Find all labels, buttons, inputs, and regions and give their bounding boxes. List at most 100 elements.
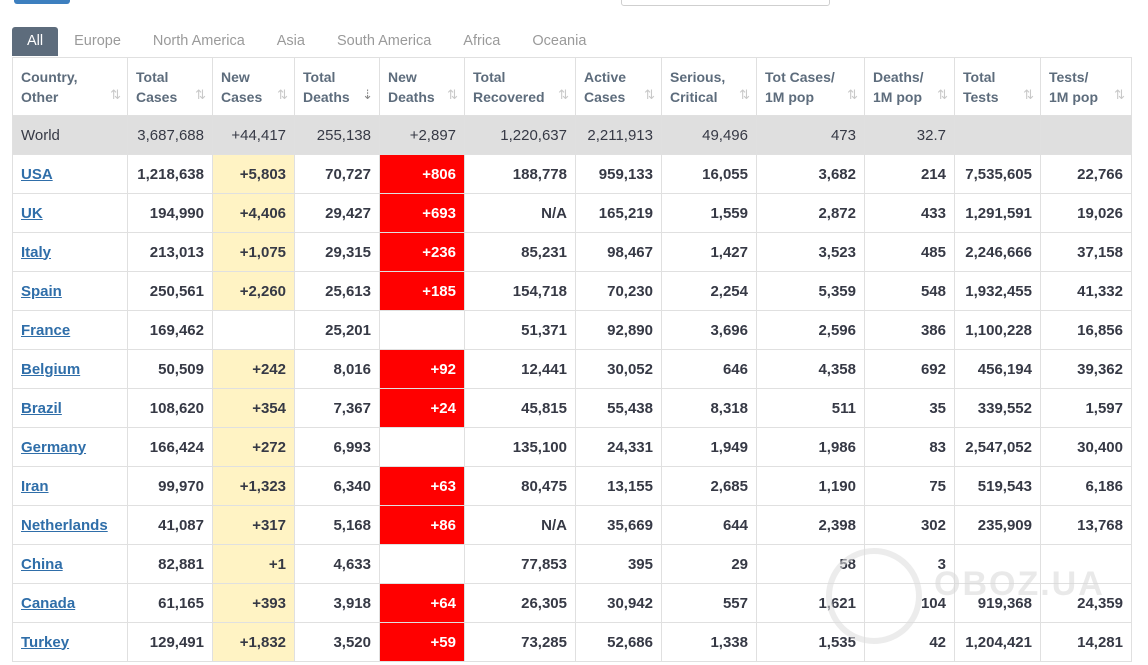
cell-total-cases: 61,165 [127, 583, 213, 623]
cell-total-cases: 169,462 [127, 310, 213, 350]
cell-total-tests: 339,552 [954, 388, 1041, 428]
cell-total-cases: 1,218,638 [127, 154, 213, 194]
column-header-serious-critical[interactable]: Serious, Critical ⇅ [661, 57, 757, 116]
country-link[interactable]: Iran [21, 478, 49, 495]
table-row: Germany 166,424 +272 6,993 135,100 24,331 1,94… [12, 427, 1132, 467]
cell-total-tests: 519,543 [954, 466, 1041, 506]
cell-serious-critical: 1,559 [661, 193, 757, 233]
cell-deaths-1m-pop: 214 [864, 154, 955, 194]
cell-tests-1m-pop: 13,768 [1040, 505, 1132, 545]
column-header-line2: Cases [221, 88, 263, 105]
cell-new-deaths [379, 544, 465, 584]
column-header-tot-cases-1m-pop[interactable]: Tot Cases/1M pop ⇅ [756, 57, 865, 116]
cell-tests-1m-pop: 39,362 [1040, 349, 1132, 389]
cell-deaths-1m-pop: 83 [864, 427, 955, 467]
column-header-tests-1m-pop[interactable]: Tests/1M pop ⇅ [1040, 57, 1132, 116]
column-header-new-cases[interactable]: New Cases ⇅ [212, 57, 295, 116]
country-link[interactable]: USA [21, 166, 53, 183]
tab-north-america[interactable]: North America [137, 27, 261, 56]
cell-tests-1m-pop: 22,766 [1040, 154, 1132, 194]
cell-tot-cases-1m-pop: 511 [756, 388, 865, 428]
sort-icon[interactable]: ⇅ [739, 85, 750, 105]
column-header-line1: Tests/ [1049, 68, 1089, 85]
column-header-total-tests[interactable]: Total Tests ⇅ [954, 57, 1041, 116]
column-header-active-cases[interactable]: Active Cases ⇅ [575, 57, 662, 116]
country-link[interactable]: Germany [21, 439, 86, 456]
country-link[interactable]: Canada [21, 595, 75, 612]
sort-icon[interactable]: ⇣ [362, 85, 373, 105]
sort-icon[interactable]: ⇅ [1023, 85, 1034, 105]
tab-oceania[interactable]: Oceania [516, 27, 602, 56]
country-link[interactable]: China [21, 556, 63, 573]
world-row: World 3,687,688 +44,417 255,138 +2,897 1,220,… [12, 115, 1132, 155]
country-link[interactable]: Belgium [21, 361, 80, 378]
column-header-line1: Deaths/ [873, 68, 924, 85]
column-header-deaths-1m-pop[interactable]: Deaths/1M pop ⇅ [864, 57, 955, 116]
cell-total-deaths: 25,613 [294, 271, 380, 311]
cell-serious-critical: 1,427 [661, 232, 757, 272]
cell-new-cases: +2,260 [212, 271, 295, 311]
cell-active-cases: 30,942 [575, 583, 662, 623]
country-link[interactable]: Brazil [21, 400, 62, 417]
sort-icon[interactable]: ⇅ [110, 85, 121, 105]
top-button[interactable] [14, 0, 70, 4]
sort-icon[interactable]: ⇅ [277, 85, 288, 105]
cell-total-cases: 3,687,688 [127, 115, 213, 155]
sort-icon[interactable]: ⇅ [1114, 85, 1125, 105]
cell-tests-1m-pop [1040, 544, 1132, 584]
cell-total-deaths: 6,993 [294, 427, 380, 467]
tab-africa[interactable]: Africa [447, 27, 516, 56]
table-row: Brazil 108,620 +354 7,367 +24 45,815 55,438 8,3… [12, 388, 1132, 428]
cell-total-tests: 456,194 [954, 349, 1041, 389]
cell-country-other: France [12, 310, 128, 350]
cell-new-cases: +1,832 [212, 622, 295, 662]
tab-asia[interactable]: Asia [261, 27, 321, 56]
cell-new-cases: +317 [212, 505, 295, 545]
table-row: UK 194,990 +4,406 29,427 +693 N/A 165,219 1,559… [12, 193, 1132, 233]
table-row: Belgium 50,509 +242 8,016 +92 12,441 30,052 646… [12, 349, 1132, 389]
column-header-total-recovered[interactable]: Total Recovered ⇅ [464, 57, 576, 116]
cell-total-tests: 1,291,591 [954, 193, 1041, 233]
column-header-total-cases[interactable]: Total Cases ⇅ [127, 57, 213, 116]
column-header-country-other[interactable]: Country, Other ⇅ [12, 57, 128, 116]
cell-deaths-1m-pop: 302 [864, 505, 955, 545]
cell-total-deaths: 8,016 [294, 349, 380, 389]
sort-icon[interactable]: ⇅ [195, 85, 206, 105]
cell-total-deaths: 29,427 [294, 193, 380, 233]
tab-europe[interactable]: Europe [58, 27, 137, 56]
country-link[interactable]: France [21, 322, 70, 339]
cell-total-deaths: 70,727 [294, 154, 380, 194]
cell-serious-critical: 2,254 [661, 271, 757, 311]
cell-active-cases: 52,686 [575, 622, 662, 662]
top-search-input[interactable] [621, 0, 830, 6]
sort-icon[interactable]: ⇅ [447, 85, 458, 105]
country-link[interactable]: Italy [21, 244, 51, 261]
cell-total-recovered: 12,441 [464, 349, 576, 389]
table-row: Spain 250,561 +2,260 25,613 +185 154,718 70,23… [12, 271, 1132, 311]
cell-active-cases: 92,890 [575, 310, 662, 350]
country-link[interactable]: Spain [21, 283, 62, 300]
cell-country-other: Brazil [12, 388, 128, 428]
sort-icon[interactable]: ⇅ [847, 85, 858, 105]
cell-new-cases: +1,323 [212, 466, 295, 506]
column-header-new-deaths[interactable]: New Deaths ⇅ [379, 57, 465, 116]
country-link[interactable]: Turkey [21, 634, 69, 651]
cell-total-recovered: 73,285 [464, 622, 576, 662]
cell-tests-1m-pop [1040, 115, 1132, 155]
cell-total-deaths: 29,315 [294, 232, 380, 272]
sort-icon[interactable]: ⇅ [937, 85, 948, 105]
cell-new-deaths: +92 [379, 349, 465, 389]
cell-total-recovered: 45,815 [464, 388, 576, 428]
sort-icon[interactable]: ⇅ [558, 85, 569, 105]
cell-total-recovered: 135,100 [464, 427, 576, 467]
cell-tot-cases-1m-pop: 1,535 [756, 622, 865, 662]
column-header-total-deaths[interactable]: Total Deaths ⇣ [294, 57, 380, 116]
cell-total-tests [954, 544, 1041, 584]
tab-south-america[interactable]: South America [321, 27, 447, 56]
cell-total-cases: 99,970 [127, 466, 213, 506]
country-link[interactable]: Netherlands [21, 517, 108, 534]
cell-country-other: World [12, 115, 128, 155]
sort-icon[interactable]: ⇅ [644, 85, 655, 105]
tab-all[interactable]: All [12, 27, 59, 56]
country-link[interactable]: UK [21, 205, 43, 222]
